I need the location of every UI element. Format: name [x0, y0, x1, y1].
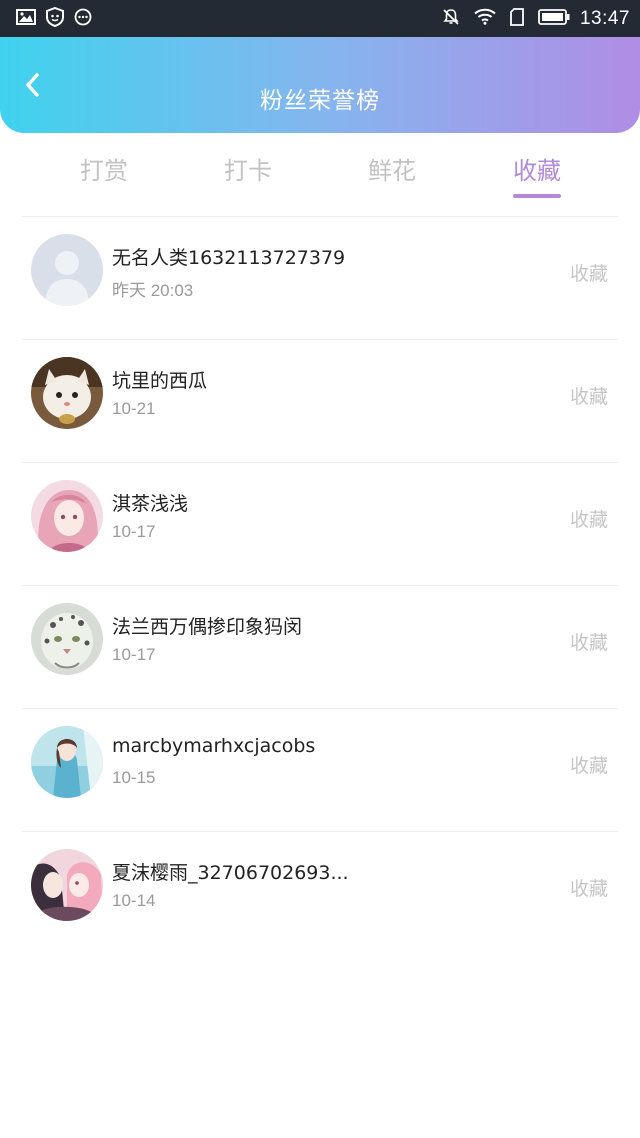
list-item[interactable]: 法兰西万偶掺印象犸闵 10-17 收藏	[0, 586, 640, 709]
list-item[interactable]: 淇茶浅浅 10-17 收藏	[0, 463, 640, 586]
status-time: 13:47	[579, 7, 630, 29]
fan-action: 收藏	[569, 263, 608, 285]
fan-action: 收藏	[569, 386, 608, 408]
active-tab-indicator	[513, 194, 561, 198]
anime-girl-pink-avatar[interactable]	[31, 480, 103, 552]
cat-avatar[interactable]	[31, 357, 103, 429]
fan-action: 收藏	[569, 878, 608, 900]
mute-icon	[442, 8, 460, 30]
list-item[interactable]: marcbymarhxcjacobs 10-15 收藏	[0, 709, 640, 832]
list-item[interactable]: 无名人类1632113727379 昨天 20:03 收藏	[0, 217, 640, 340]
status-bar: 13:47	[0, 0, 640, 37]
tab-bar: 打赏 打卡 鲜花 收藏	[0, 133, 640, 217]
fan-list: 无名人类1632113727379 昨天 20:03 收藏 坑里的西瓜 10-2…	[0, 217, 640, 955]
fan-action: 收藏	[569, 509, 608, 531]
header-bar: 粉丝荣誉榜	[0, 37, 640, 133]
fan-time: 10-17	[112, 645, 156, 664]
fan-name: 无名人类1632113727379	[112, 247, 346, 269]
fan-name: 夏沫樱雨_32706702693...	[112, 862, 349, 884]
list-item[interactable]: 坑里的西瓜 10-21 收藏	[0, 340, 640, 463]
default-avatar[interactable]	[31, 234, 103, 306]
shield-icon	[46, 6, 64, 31]
list-item[interactable]: 夏沫樱雨_32706702693... 10-14 收藏	[0, 832, 640, 955]
page-title: 粉丝荣誉榜	[260, 88, 380, 114]
fan-time: 10-21	[112, 399, 156, 418]
fan-name: 坑里的西瓜	[112, 370, 208, 392]
anime-couple-avatar[interactable]	[31, 849, 103, 921]
snow-leopard-avatar[interactable]	[31, 603, 103, 675]
fan-name: 法兰西万偶掺印象犸闵	[112, 616, 303, 638]
battery-icon	[538, 8, 570, 29]
wifi-icon	[474, 8, 496, 29]
image-icon	[16, 8, 36, 29]
fan-name: marcbymarhxcjacobs	[112, 735, 316, 757]
fan-time: 10-15	[112, 768, 156, 787]
tab-daka[interactable]: 打卡	[198, 151, 298, 186]
tab-dashang[interactable]: 打赏	[54, 151, 154, 186]
tab-xianhua[interactable]: 鲜花	[342, 151, 442, 186]
fan-action: 收藏	[569, 755, 608, 777]
anime-girl-blue-avatar[interactable]	[31, 726, 103, 798]
more-icon	[74, 8, 92, 30]
tab-shoucang-label: 收藏	[513, 157, 561, 185]
fan-name: 淇茶浅浅	[112, 493, 189, 515]
fan-time: 昨天 20:03	[112, 281, 194, 300]
fan-time: 10-17	[112, 522, 156, 541]
sim-icon	[510, 7, 524, 30]
fan-time: 10-14	[112, 891, 156, 910]
tab-shoucang[interactable]: 收藏	[487, 151, 587, 198]
fan-action: 收藏	[569, 632, 608, 654]
